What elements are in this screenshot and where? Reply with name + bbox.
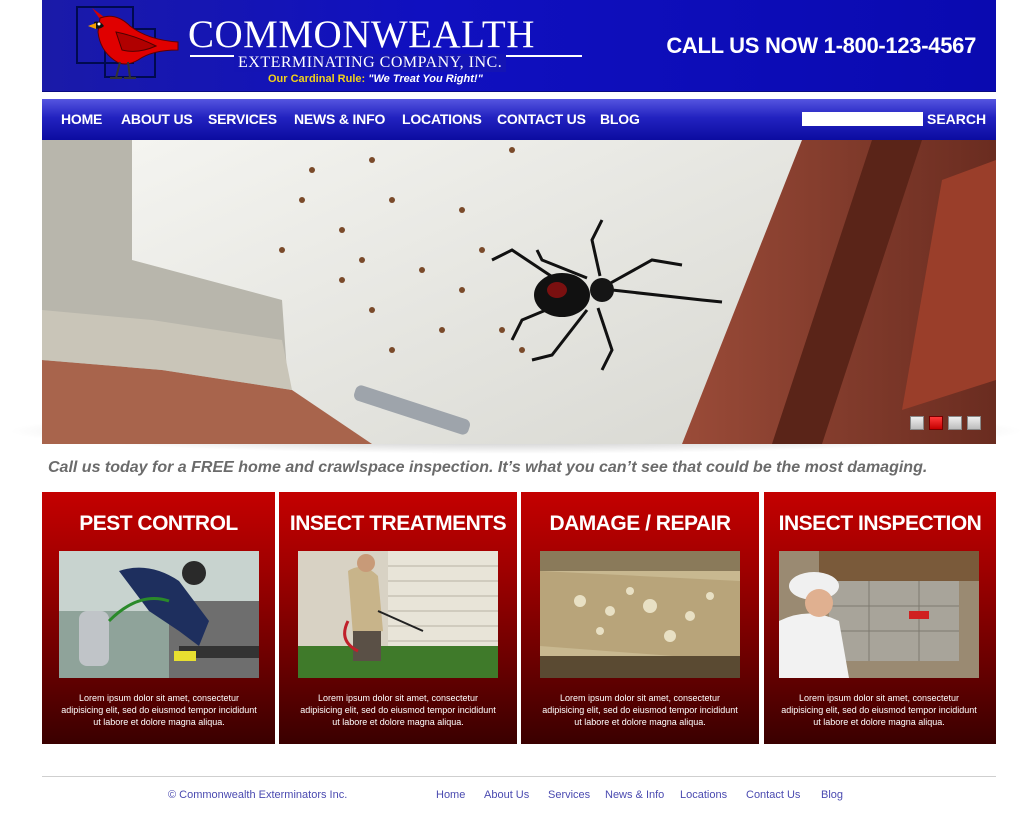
- search-button[interactable]: SEARCH: [927, 111, 986, 127]
- footer-copyright: © Commonwealth Exterminators Inc.: [168, 789, 348, 801]
- nav-blog[interactable]: BLOG: [600, 111, 640, 127]
- card-description: Lorem ipsum dolor sit amet, consectetur …: [300, 693, 496, 727]
- card-image-pest-control: [59, 551, 259, 678]
- main-nav: HOME ABOUT US SERVICES NEWS & INFO LOCAT…: [42, 99, 996, 140]
- footer-link-locations[interactable]: Locations: [680, 789, 727, 801]
- search-input[interactable]: [802, 112, 923, 126]
- site-header: COMMONWEALTH EXTERMINATING COMPANY, INC.…: [42, 0, 996, 92]
- nav-about-us[interactable]: ABOUT US: [121, 111, 193, 127]
- card-title: INSECT INSPECTION: [778, 512, 982, 535]
- tagline-quote: "We Treat You Right!": [368, 73, 483, 85]
- slider-pagination: [910, 416, 981, 430]
- card-pest-control[interactable]: PEST CONTROL Lorem ipsum dolor sit amet,…: [42, 492, 275, 744]
- nav-services[interactable]: SERVICES: [208, 111, 277, 127]
- footer-link-blog[interactable]: Blog: [821, 789, 843, 801]
- brand-tagline: Our Cardinal Rule: "We Treat You Right!": [268, 73, 483, 85]
- card-description: Lorem ipsum dolor sit amet, consectetur …: [542, 693, 738, 727]
- hero-slider: [42, 140, 996, 444]
- brand-subtitle: EXTERMINATING COMPANY, INC.: [234, 54, 507, 72]
- cardinal-logo-icon[interactable]: [86, 6, 182, 82]
- nav-news-info[interactable]: NEWS & INFO: [294, 111, 385, 127]
- card-insect-treatments[interactable]: INSECT TREATMENTS Lorem ipsum dolor sit …: [279, 492, 517, 744]
- slider-dot-1[interactable]: [910, 416, 924, 430]
- slider-dot-3[interactable]: [948, 416, 962, 430]
- hero-image-black-widow-spider: [42, 140, 996, 444]
- slider-dot-2[interactable]: [929, 416, 943, 430]
- card-image-damage-repair: [540, 551, 740, 678]
- tagline-prefix: Our Cardinal Rule:: [268, 73, 366, 85]
- nav-locations[interactable]: LOCATIONS: [402, 111, 482, 127]
- footer-link-contact-us[interactable]: Contact Us: [746, 789, 800, 801]
- card-title: INSECT TREATMENTS: [289, 512, 507, 535]
- card-image-insect-treatments: [298, 551, 498, 678]
- footer-link-news-info[interactable]: News & Info: [605, 789, 664, 801]
- slider-dot-4[interactable]: [967, 416, 981, 430]
- footer-link-about-us[interactable]: About Us: [484, 789, 529, 801]
- nav-contact-us[interactable]: CONTACT US: [497, 111, 586, 127]
- footer-link-home[interactable]: Home: [436, 789, 465, 801]
- card-description: Lorem ipsum dolor sit amet, consectetur …: [781, 693, 977, 727]
- card-title: PEST CONTROL: [79, 512, 238, 535]
- brand-name: COMMONWEALTH: [188, 13, 535, 56]
- card-description: Lorem ipsum dolor sit amet, consectetur …: [61, 693, 257, 727]
- footer-divider: [42, 776, 996, 777]
- card-title: DAMAGE / REPAIR: [549, 512, 731, 535]
- footer-link-services[interactable]: Services: [548, 789, 590, 801]
- call-now-phone[interactable]: CALL US NOW 1-800-123-4567: [666, 33, 976, 59]
- promo-text: Call us today for a FREE home and crawls…: [48, 459, 928, 476]
- nav-home[interactable]: HOME: [61, 111, 102, 127]
- card-image-insect-inspection: [779, 551, 979, 678]
- card-damage-repair[interactable]: DAMAGE / REPAIR Lorem ipsum dolor sit am…: [521, 492, 759, 744]
- card-insect-inspection[interactable]: INSECT INSPECTION Lorem ipsum dolor sit …: [764, 492, 996, 744]
